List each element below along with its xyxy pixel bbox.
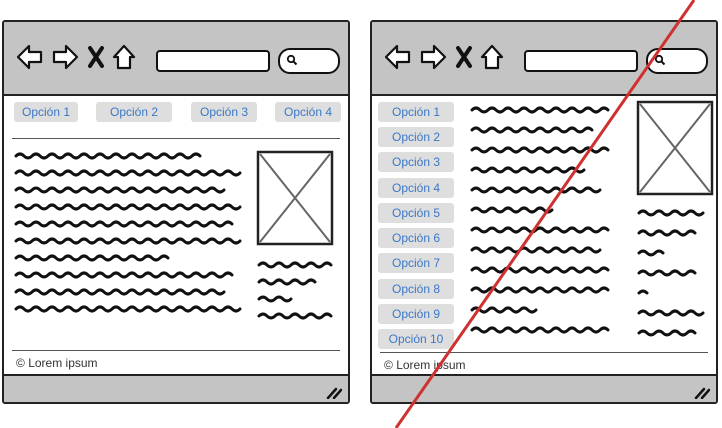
strike-through-line — [394, 0, 696, 428]
